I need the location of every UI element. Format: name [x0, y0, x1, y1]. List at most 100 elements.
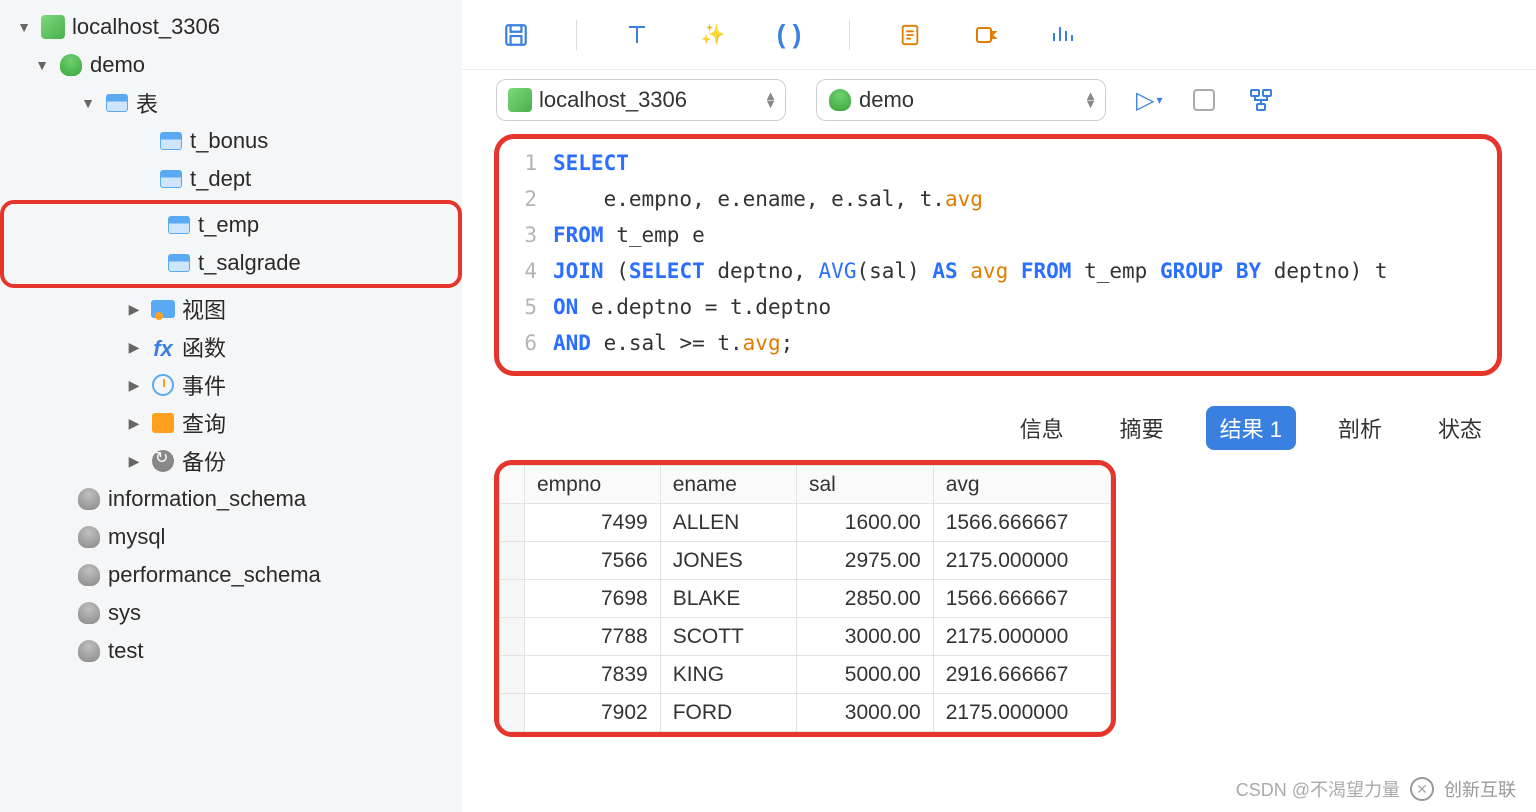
chart-button[interactable] [1046, 19, 1078, 51]
cell-empno[interactable]: 7902 [525, 694, 661, 732]
stepper-arrows-icon: ▲▼ [1084, 92, 1097, 108]
tree-views[interactable]: ▶ 视图 [0, 290, 462, 328]
cell-sal[interactable]: 2850.00 [797, 580, 934, 618]
tab-info[interactable]: 信息 [1006, 406, 1078, 450]
database-label: test [108, 638, 143, 664]
explain-button[interactable] [894, 19, 926, 51]
cell-ename[interactable]: KING [660, 656, 796, 694]
cell-avg[interactable]: 2175.000000 [933, 618, 1110, 656]
table-row[interactable]: 7902FORD3000.002175.000000 [500, 694, 1111, 732]
cell-empno[interactable]: 7788 [525, 618, 661, 656]
cell-sal[interactable]: 5000.00 [797, 656, 934, 694]
cell-ename[interactable]: BLAKE [660, 580, 796, 618]
line-number: 6 [509, 325, 553, 361]
cell-avg[interactable]: 2916.666667 [933, 656, 1110, 694]
code-text: FROM t_emp e [553, 217, 705, 253]
table-row[interactable]: 7839KING5000.002916.666667 [500, 656, 1111, 694]
column-header[interactable]: sal [797, 466, 934, 504]
run-button[interactable]: ▷▾ [1136, 86, 1163, 115]
tree-events[interactable]: ▶ 事件 [0, 366, 462, 404]
stop-button[interactable] [1193, 89, 1215, 111]
cell-avg[interactable]: 2175.000000 [933, 542, 1110, 580]
row-header [500, 656, 525, 694]
column-header[interactable]: empno [525, 466, 661, 504]
tree-connection[interactable]: ▼ localhost_3306 [0, 8, 462, 46]
cell-ename[interactable]: SCOTT [660, 618, 796, 656]
tree-table-salgrade[interactable]: t_salgrade [8, 244, 454, 282]
export-button[interactable] [970, 19, 1002, 51]
tree-database-sys[interactable]: sys [0, 594, 462, 632]
format-button[interactable] [621, 19, 653, 51]
tree-database[interactable]: ▼ demo [0, 46, 462, 84]
cell-ename[interactable]: FORD [660, 694, 796, 732]
database-label: information_schema [108, 486, 306, 512]
save-button[interactable] [500, 19, 532, 51]
chevron-right-icon: ▶ [120, 415, 148, 432]
cell-avg[interactable]: 1566.666667 [933, 504, 1110, 542]
row-header [500, 580, 525, 618]
database-icon [56, 51, 86, 79]
tree-table-emp[interactable]: t_emp [8, 206, 454, 244]
cell-empno[interactable]: 7839 [525, 656, 661, 694]
tree-backup[interactable]: ▶ 备份 [0, 442, 462, 480]
tree-functions[interactable]: ▶ fx 函数 [0, 328, 462, 366]
events-label: 事件 [182, 369, 226, 401]
tree-table-bonus[interactable]: t_bonus [0, 122, 462, 160]
tab-status[interactable]: 状态 [1424, 406, 1496, 450]
table-icon [164, 211, 194, 239]
table-row[interactable]: 7499ALLEN1600.001566.666667 [500, 504, 1111, 542]
table-icon [156, 165, 186, 193]
line-number: 2 [509, 181, 553, 217]
line-number: 1 [509, 145, 553, 181]
sidebar: ▼ localhost_3306 ▼ demo ▼ 表 t_bonus t_de… [0, 0, 462, 812]
cell-sal[interactable]: 3000.00 [797, 694, 934, 732]
code-line: 2 e.empno, e.ename, e.sal, t.avg [509, 181, 1487, 217]
tree-database-mysql[interactable]: mysql [0, 518, 462, 556]
queries-label: 查询 [182, 407, 226, 439]
cell-empno[interactable]: 7698 [525, 580, 661, 618]
connection-selector[interactable]: localhost_3306 ▲▼ [496, 79, 786, 121]
cell-ename[interactable]: JONES [660, 542, 796, 580]
cell-sal[interactable]: 1600.00 [797, 504, 934, 542]
queries-icon [148, 409, 178, 437]
structure-button[interactable] [1245, 84, 1277, 116]
chevron-down-icon: ▼ [74, 95, 102, 111]
result-tabs: 信息 摘要 结果 1 剖析 状态 [462, 376, 1536, 460]
tree-database-test[interactable]: test [0, 632, 462, 670]
database-selector[interactable]: demo ▲▼ [816, 79, 1106, 121]
tree-table-dept[interactable]: t_dept [0, 160, 462, 198]
column-header[interactable]: avg [933, 466, 1110, 504]
tree-queries[interactable]: ▶ 查询 [0, 404, 462, 442]
tree-database-performance_schema[interactable]: performance_schema [0, 556, 462, 594]
cell-sal[interactable]: 3000.00 [797, 618, 934, 656]
chevron-right-icon: ▶ [120, 377, 148, 394]
tab-summary[interactable]: 摘要 [1106, 406, 1178, 450]
table-label: t_salgrade [198, 250, 301, 276]
watermark: CSDN @不渴望力量 ✕ 创新互联 [1236, 776, 1516, 802]
table-icon [156, 127, 186, 155]
table-row[interactable]: 7566JONES2975.002175.000000 [500, 542, 1111, 580]
connection-selector-label: localhost_3306 [539, 87, 687, 113]
tree-tables-folder[interactable]: ▼ 表 [0, 84, 462, 122]
watermark-brand: 创新互联 [1444, 776, 1516, 802]
sql-editor[interactable]: 1SELECT2 e.empno, e.ename, e.sal, t.avg3… [494, 134, 1502, 376]
magic-button[interactable]: ✨ [697, 19, 729, 51]
table-row[interactable]: 7788SCOTT3000.002175.000000 [500, 618, 1111, 656]
cell-ename[interactable]: ALLEN [660, 504, 796, 542]
cell-sal[interactable]: 2975.00 [797, 542, 934, 580]
code-line: 4JOIN (SELECT deptno, AVG(sal) AS avg FR… [509, 253, 1487, 289]
column-header[interactable]: ename [660, 466, 796, 504]
table-row[interactable]: 7698BLAKE2850.001566.666667 [500, 580, 1111, 618]
cell-empno[interactable]: 7566 [525, 542, 661, 580]
tab-result[interactable]: 结果 1 [1206, 406, 1296, 450]
brand-icon: ✕ [1410, 777, 1434, 801]
cell-avg[interactable]: 2175.000000 [933, 694, 1110, 732]
tree-database-information_schema[interactable]: information_schema [0, 480, 462, 518]
chevron-right-icon: ▶ [120, 301, 148, 318]
views-icon [148, 295, 178, 323]
watermark-csdn: CSDN @不渴望力量 [1236, 776, 1400, 802]
brackets-button[interactable]: ( ) [773, 19, 805, 51]
cell-avg[interactable]: 1566.666667 [933, 580, 1110, 618]
cell-empno[interactable]: 7499 [525, 504, 661, 542]
tab-profiling[interactable]: 剖析 [1324, 406, 1396, 450]
